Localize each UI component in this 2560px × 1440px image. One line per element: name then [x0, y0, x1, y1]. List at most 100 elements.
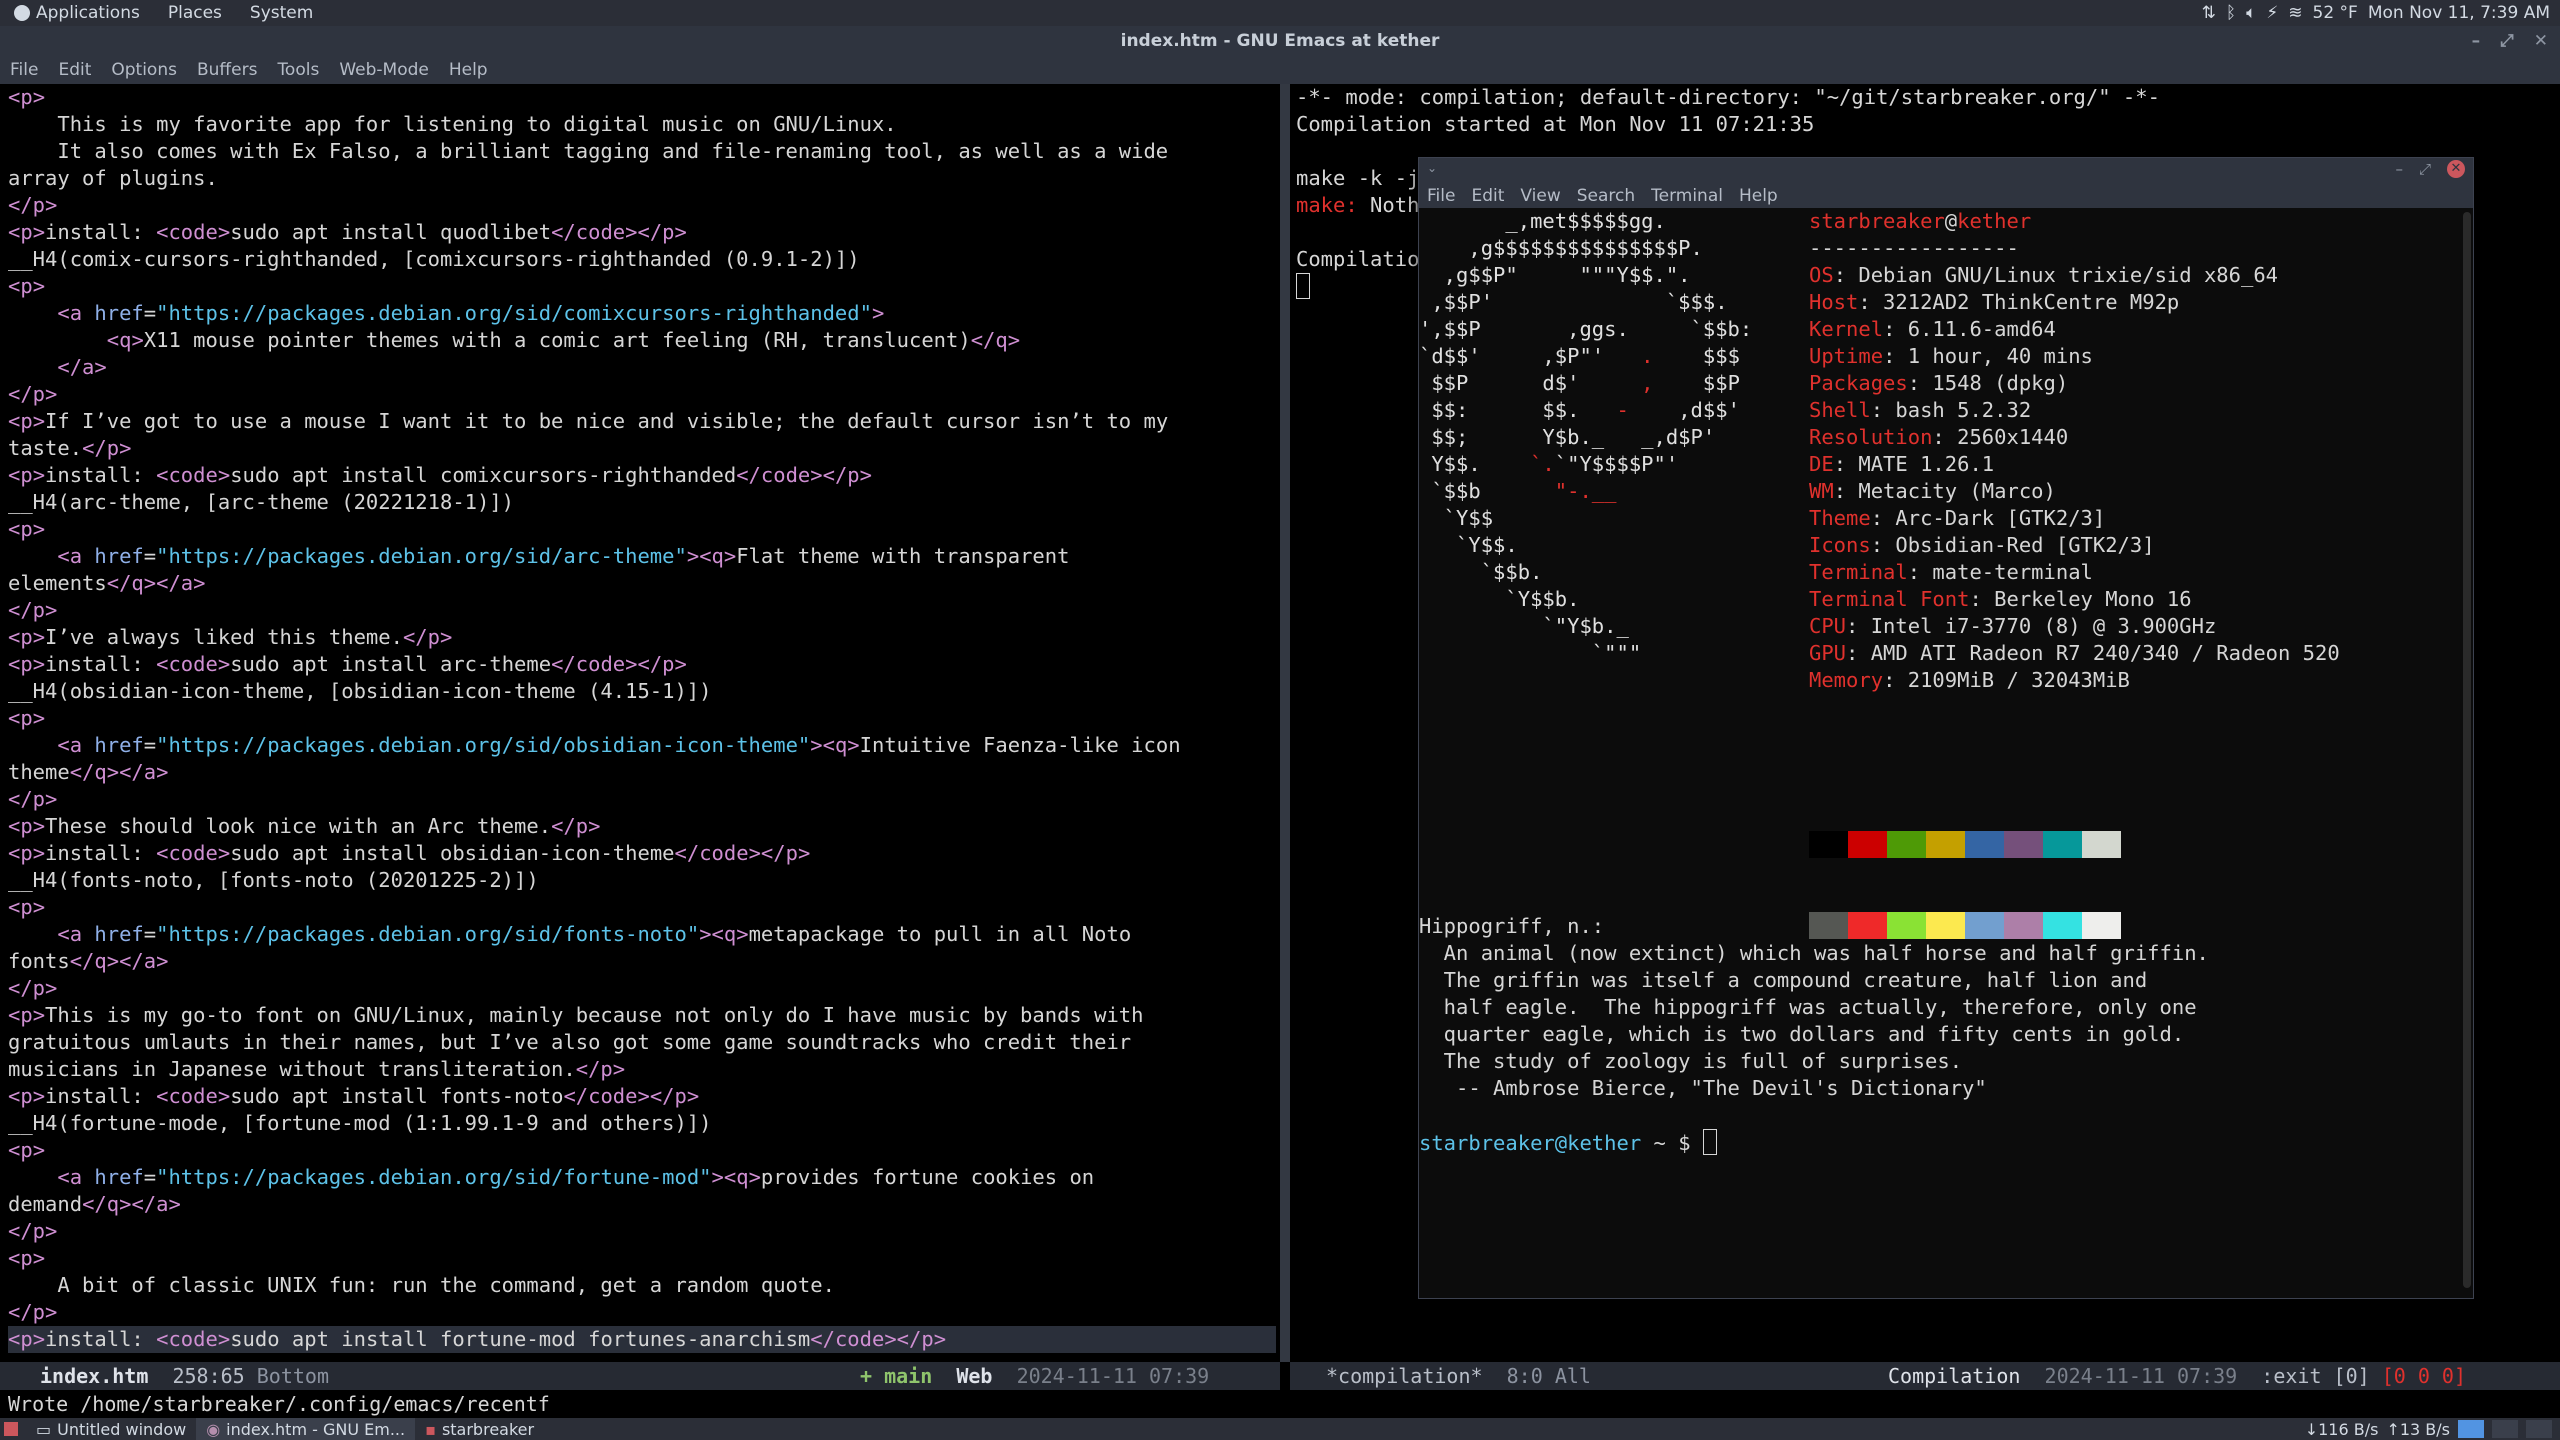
task-untitled-window[interactable]: ▭ Untitled window — [26, 1418, 196, 1440]
code-line[interactable]: <a href="https://packages.debian.org/sid… — [8, 1164, 1276, 1191]
info-row: Uptime: 1 hour, 40 mins — [1809, 344, 2093, 368]
code-line[interactable]: __H4(comix-cursors-righthanded, [comixcu… — [8, 246, 1276, 273]
close-icon[interactable]: ✕ — [2534, 31, 2548, 51]
code-line[interactable]: __H4(fonts-noto, [fonts-noto (20201225-2… — [8, 867, 1276, 894]
minimize-icon[interactable]: – — [2472, 31, 2481, 51]
code-line[interactable]: <a href="https://packages.debian.org/sid… — [8, 732, 1276, 759]
task-terminal[interactable]: ▪ starbreaker — [415, 1418, 544, 1440]
terminal-titlebar[interactable]: ⌄ – ⤢ ✕ — [1419, 158, 2473, 184]
code-line[interactable]: <p>I’ve always liked this theme.</p> — [8, 624, 1276, 651]
workspace-2[interactable] — [2492, 1420, 2518, 1438]
modeline-right[interactable]: *compilation* 8:0 All Compilation 2024-11… — [1290, 1362, 2560, 1390]
menu-file[interactable]: File — [1419, 186, 1463, 206]
code-line[interactable]: </p> — [8, 975, 1276, 1002]
power-icon[interactable]: ⚡︎ — [2266, 3, 2278, 23]
code-line[interactable]: <p> — [8, 894, 1276, 921]
code-line[interactable]: </p> — [8, 1299, 1276, 1326]
maximize-icon[interactable]: ⤢ — [2500, 31, 2514, 51]
code-line[interactable]: This is my favorite app for listening to… — [8, 111, 1276, 138]
menu-edit[interactable]: Edit — [1463, 186, 1512, 206]
code-line[interactable]: <p>install: <code>sudo apt install fortu… — [8, 1326, 1276, 1353]
code-line[interactable]: <p>install: <code>sudo apt install arc-t… — [8, 651, 1276, 678]
code-line[interactable]: <p> — [8, 1137, 1276, 1164]
emacs-menubar: File Edit Options Buffers Tools Web-Mode… — [0, 56, 2560, 84]
modeline-position: 8:0 — [1506, 1364, 1543, 1388]
workspace-1[interactable] — [2458, 1420, 2484, 1438]
volume-icon[interactable]: 🔈︎ — [2246, 3, 2256, 23]
terminal-scrollbar[interactable] — [2463, 212, 2471, 1288]
code-line[interactable]: </p> — [8, 786, 1276, 813]
code-line[interactable]: </p> — [8, 1218, 1276, 1245]
menu-help[interactable]: Help — [1731, 186, 1786, 206]
code-line[interactable]: <a href="https://packages.debian.org/sid… — [8, 300, 1276, 327]
menu-edit[interactable]: Edit — [48, 60, 101, 80]
code-line[interactable]: <p>This is my go-to font on GNU/Linux, m… — [8, 1002, 1276, 1029]
editor-pane-left[interactable]: <p> This is my favorite app for listenin… — [0, 84, 1280, 1364]
emacs-titlebar[interactable]: index.htm - GNU Emacs at kether – ⤢ ✕ — [0, 26, 2560, 56]
code-line[interactable]: </p> — [8, 192, 1276, 219]
code-line[interactable]: <p> — [8, 705, 1276, 732]
code-line[interactable]: It also comes with Ex Falso, a brilliant… — [8, 138, 1276, 165]
compilation-line[interactable]: -*- mode: compilation; default-directory… — [1296, 84, 2160, 111]
code-line[interactable]: <a href="https://packages.debian.org/sid… — [8, 921, 1276, 948]
network-icon[interactable]: ⇅ — [2202, 3, 2216, 23]
code-line[interactable]: <p>install: <code>sudo apt install comix… — [8, 462, 1276, 489]
code-line[interactable]: <a href="https://packages.debian.org/sid… — [8, 543, 1276, 570]
code-line[interactable]: <p>If I’ve got to use a mouse I want it … — [8, 408, 1276, 435]
code-buffer[interactable]: <p> This is my favorite app for listenin… — [8, 84, 1276, 1353]
code-line[interactable]: <p>install: <code>sudo apt install quodl… — [8, 219, 1276, 246]
maximize-icon[interactable]: ⤢ — [2419, 160, 2431, 178]
show-desktop-icon[interactable] — [4, 1422, 18, 1436]
applications-menu[interactable]: Applications — [0, 3, 154, 23]
code-line[interactable]: demand</q></a> — [8, 1191, 1276, 1218]
compilation-line[interactable]: Compilation started at Mon Nov 11 07:21:… — [1296, 111, 2160, 138]
window-divider[interactable] — [1280, 84, 1290, 1362]
shell-prompt[interactable]: starbreaker@kether ~ $ — [1419, 1129, 1717, 1157]
menu-file[interactable]: File — [0, 60, 48, 80]
system-menu[interactable]: System — [236, 3, 327, 23]
code-line[interactable]: musicians in Japanese without transliter… — [8, 1056, 1276, 1083]
code-line[interactable]: theme</q></a> — [8, 759, 1276, 786]
color-swatch — [2043, 831, 2082, 858]
code-line[interactable]: <p> — [8, 84, 1276, 111]
close-icon[interactable]: ✕ — [2447, 160, 2465, 178]
weather-temp[interactable]: 52 °F — [2313, 3, 2358, 23]
terminal-menu-arrow-icon[interactable]: ⌄ — [1427, 161, 1437, 175]
modeline-left[interactable]: index.htm 258:65 Bottom + main Web 2024-1… — [0, 1362, 1280, 1390]
minimize-icon[interactable]: – — [2395, 160, 2403, 178]
code-line[interactable]: __H4(arc-theme, [arc-theme (20221218-1)]… — [8, 489, 1276, 516]
menu-view[interactable]: View — [1512, 186, 1568, 206]
code-line[interactable]: A bit of classic UNIX fun: run the comma… — [8, 1272, 1276, 1299]
code-line[interactable]: <p>These should look nice with an Arc th… — [8, 813, 1276, 840]
code-line[interactable]: <p>install: <code>sudo apt install obsid… — [8, 840, 1276, 867]
code-line[interactable]: taste.</p> — [8, 435, 1276, 462]
menu-buffers[interactable]: Buffers — [187, 60, 267, 80]
code-line[interactable]: __H4(fortune-mode, [fortune-mod (1:1.99.… — [8, 1110, 1276, 1137]
task-emacs[interactable]: ◉ index.htm - GNU Em... — [196, 1418, 416, 1440]
code-line[interactable]: <p> — [8, 516, 1276, 543]
code-line[interactable]: fonts</q></a> — [8, 948, 1276, 975]
code-line[interactable]: <p> — [8, 273, 1276, 300]
menu-options[interactable]: Options — [101, 60, 187, 80]
code-line[interactable]: <q>X11 mouse pointer themes with a comic… — [8, 327, 1276, 354]
code-line[interactable]: </p> — [8, 597, 1276, 624]
bluetooth-icon[interactable]: ᛒ — [2226, 3, 2236, 23]
menu-help[interactable]: Help — [439, 60, 498, 80]
clock[interactable]: Mon Nov 11, 7:39 AM — [2368, 3, 2550, 23]
menu-search[interactable]: Search — [1569, 186, 1643, 206]
code-line[interactable]: </p> — [8, 381, 1276, 408]
workspace-3[interactable] — [2526, 1420, 2552, 1438]
places-menu[interactable]: Places — [154, 3, 236, 23]
code-line[interactable]: <p>install: <code>sudo apt install fonts… — [8, 1083, 1276, 1110]
menu-web-mode[interactable]: Web-Mode — [329, 60, 439, 80]
menu-terminal[interactable]: Terminal — [1643, 186, 1731, 206]
code-line[interactable]: </a> — [8, 354, 1276, 381]
code-line[interactable]: __H4(obsidian-icon-theme, [obsidian-icon… — [8, 678, 1276, 705]
code-line[interactable]: array of plugins. — [8, 165, 1276, 192]
terminal-window[interactable]: ⌄ – ⤢ ✕ File Edit View Search Terminal H… — [1418, 157, 2474, 1299]
code-line[interactable]: elements</q></a> — [8, 570, 1276, 597]
menu-tools[interactable]: Tools — [267, 60, 329, 80]
terminal-output[interactable]: _,met$$$$$gg. ,g$$$$$$$$$$$$$$$P. ,g$$P"… — [1419, 208, 2459, 1296]
code-line[interactable]: <p> — [8, 1245, 1276, 1272]
code-line[interactable]: gratuitous umlauts in their names, but I… — [8, 1029, 1276, 1056]
